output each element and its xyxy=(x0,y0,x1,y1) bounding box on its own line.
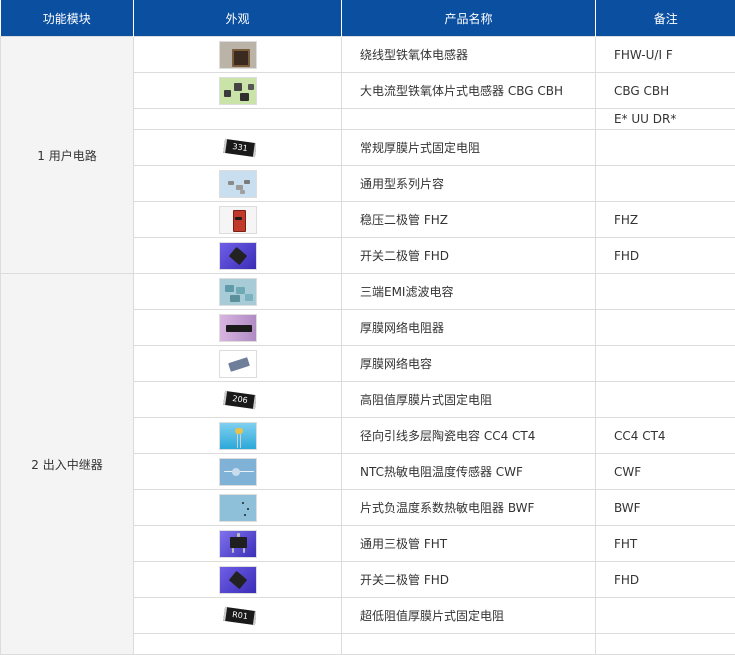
product-name[interactable]: 厚膜网络电阻器 xyxy=(342,310,596,346)
chip-resistor-image: R01 xyxy=(219,602,257,630)
product-name[interactable]: 常规厚膜片式固定电阻 xyxy=(342,130,596,166)
product-name[interactable]: 通用型系列片容 xyxy=(342,166,596,202)
product-note xyxy=(596,166,735,202)
zener-diode-image xyxy=(219,206,257,234)
resistor-network-image xyxy=(219,314,257,342)
switch-diode-image xyxy=(219,566,257,594)
appearance-cell xyxy=(134,454,342,490)
product-note xyxy=(596,346,735,382)
emi-filter-image xyxy=(219,278,257,306)
product-name[interactable]: NTC热敏电阻温度传感器 CWF xyxy=(342,454,596,490)
product-note: FHW-U/I F xyxy=(596,37,735,73)
table-row: 2 出入中继器 三端EMI滤波电容 xyxy=(1,274,735,310)
product-name[interactable]: 大电流型铁氧体片式电感器 CBG CBH xyxy=(342,73,596,109)
product-note: CC4 CT4 xyxy=(596,418,735,454)
header-module: 功能模块 xyxy=(1,0,134,37)
appearance-cell: R01 xyxy=(134,598,342,634)
appearance-cell xyxy=(134,37,342,73)
appearance-cell xyxy=(134,73,342,109)
product-name[interactable]: 超低阻值厚膜片式固定电阻 xyxy=(342,598,596,634)
product-name[interactable]: 径向引线多层陶瓷电容 CC4 CT4 xyxy=(342,418,596,454)
product-table: 功能模块 外观 产品名称 备注 1 用户电路 绕线型铁氧体电感器 FHW-U/I… xyxy=(0,0,735,655)
product-name[interactable]: 三端EMI滤波电容 xyxy=(342,274,596,310)
capacitor-network-image xyxy=(219,350,257,378)
product-name[interactable]: 片式负温度系数热敏电阻器 BWF xyxy=(342,490,596,526)
product-note xyxy=(596,310,735,346)
appearance-cell xyxy=(134,274,342,310)
product-note: E* UU DR* xyxy=(596,109,735,130)
product-name[interactable]: 高阻值厚膜片式固定电阻 xyxy=(342,382,596,418)
product-name[interactable]: 绕线型铁氧体电感器 xyxy=(342,37,596,73)
module-cell: 2 出入中继器 xyxy=(1,274,134,655)
product-note xyxy=(596,274,735,310)
header-appearance: 外观 xyxy=(134,0,342,37)
product-name[interactable]: 稳压二极管 FHZ xyxy=(342,202,596,238)
appearance-cell xyxy=(134,490,342,526)
table-row: 1 用户电路 绕线型铁氧体电感器 FHW-U/I F xyxy=(1,37,735,73)
product-note: FHZ xyxy=(596,202,735,238)
header-product-name: 产品名称 xyxy=(342,0,596,37)
resistor-marking: R01 xyxy=(223,606,257,624)
appearance-cell xyxy=(134,562,342,598)
chip-thermistor-image xyxy=(219,494,257,522)
appearance-cell: 331 xyxy=(134,130,342,166)
appearance-cell xyxy=(134,346,342,382)
chip-resistor-image: 206 xyxy=(219,386,257,414)
product-note: BWF xyxy=(596,490,735,526)
appearance-cell xyxy=(134,238,342,274)
inductor-image xyxy=(219,41,257,69)
product-note xyxy=(596,598,735,634)
appearance-cell xyxy=(134,109,342,130)
header-note: 备注 xyxy=(596,0,735,37)
product-name[interactable]: 通用三极管 FHT xyxy=(342,526,596,562)
appearance-cell xyxy=(134,166,342,202)
product-name[interactable]: 开关二极管 FHD xyxy=(342,562,596,598)
ntc-sensor-image xyxy=(219,458,257,486)
product-note: FHD xyxy=(596,562,735,598)
chip-resistor-image: 331 xyxy=(219,134,257,162)
product-note: CBG CBH xyxy=(596,73,735,109)
product-note: CWF xyxy=(596,454,735,490)
appearance-cell xyxy=(134,418,342,454)
ceramic-capacitor-image xyxy=(219,422,257,450)
product-name xyxy=(342,109,596,130)
appearance-cell xyxy=(134,202,342,238)
module-cell: 1 用户电路 xyxy=(1,37,134,274)
appearance-cell xyxy=(134,526,342,562)
product-name[interactable]: 厚膜网络电容 xyxy=(342,346,596,382)
appearance-cell: 206 xyxy=(134,382,342,418)
switch-diode-image xyxy=(219,242,257,270)
mlcc-image xyxy=(219,170,257,198)
product-note: FHD xyxy=(596,238,735,274)
product-note xyxy=(596,130,735,166)
transistor-image xyxy=(219,530,257,558)
resistor-marking: 206 xyxy=(223,390,257,408)
resistor-marking: 331 xyxy=(223,138,257,156)
chip-inductor-image xyxy=(219,77,257,105)
product-note xyxy=(596,382,735,418)
table-header-row: 功能模块 外观 产品名称 备注 xyxy=(1,0,735,37)
appearance-cell xyxy=(134,310,342,346)
product-note: FHT xyxy=(596,526,735,562)
product-name[interactable]: 开关二极管 FHD xyxy=(342,238,596,274)
